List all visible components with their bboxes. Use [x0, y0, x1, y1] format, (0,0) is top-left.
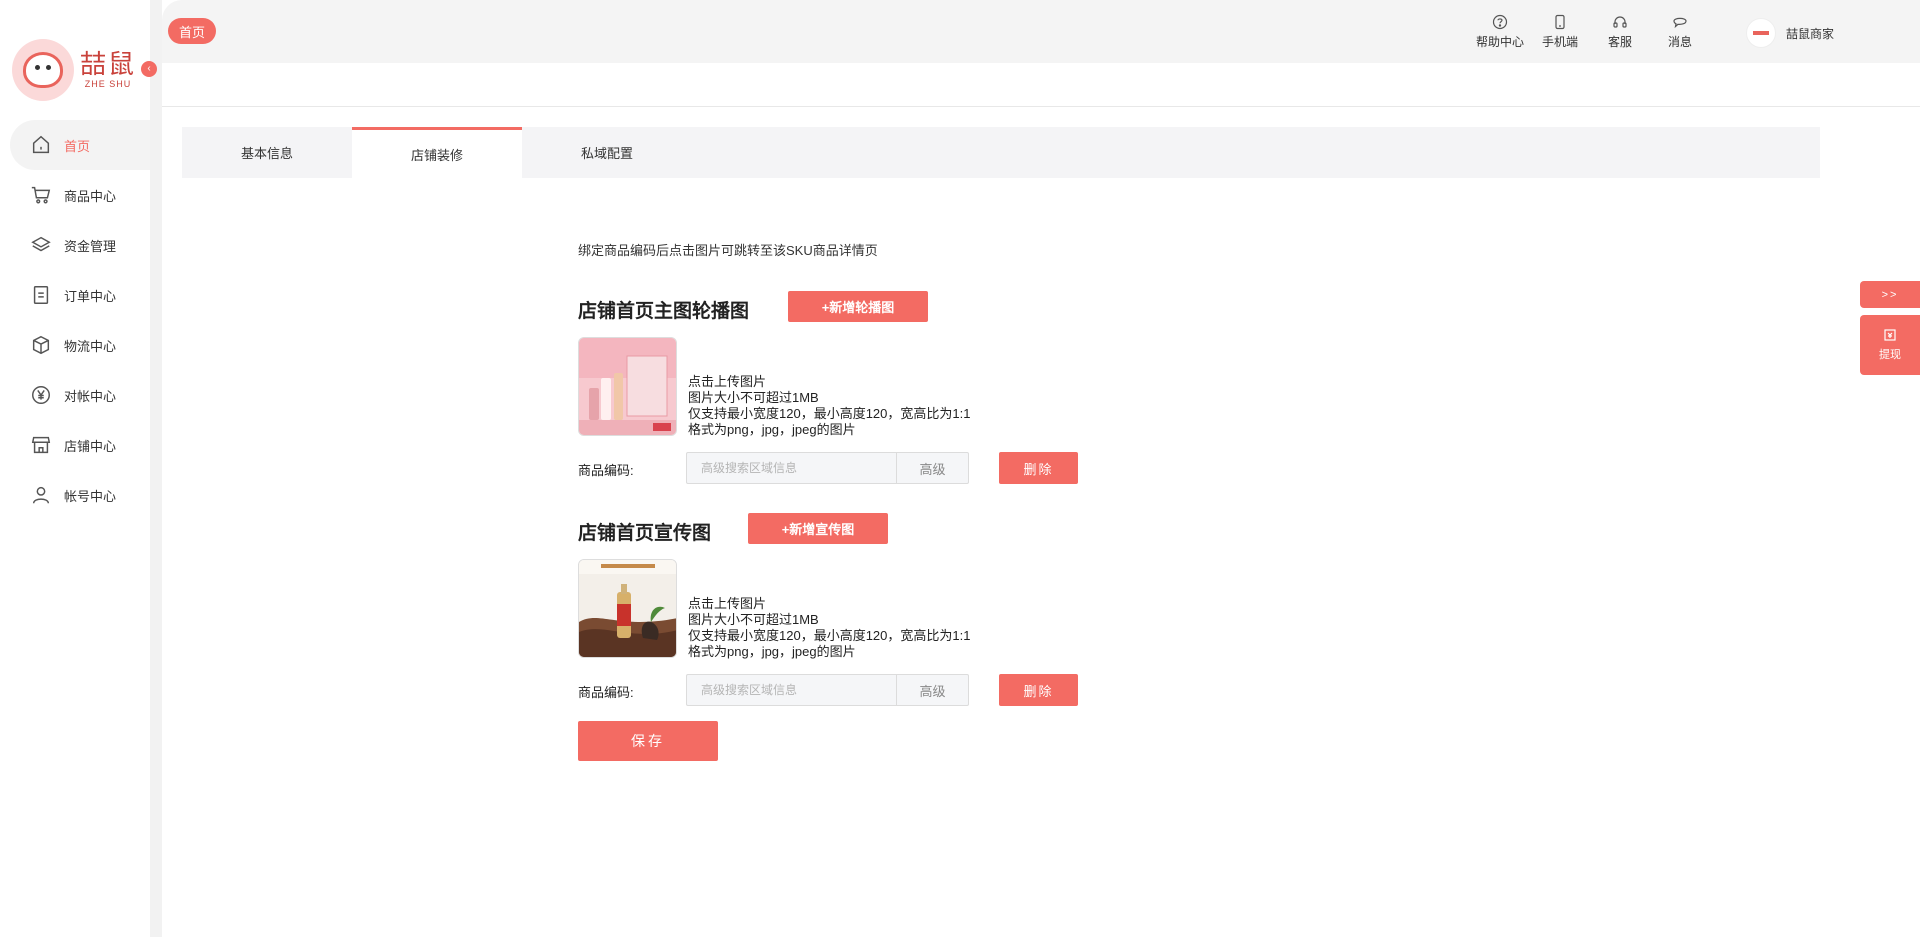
upload-instructions: 点击上传图片 图片大小不可超过1MB 仅支持最小宽度120，最小高度120，宽高… — [688, 596, 970, 660]
carousel-image-thumbnail[interactable] — [578, 337, 677, 436]
sidebar-item-label: 商品中心 — [64, 188, 117, 204]
product-code-input[interactable] — [687, 675, 896, 705]
upload-line[interactable]: 点击上传图片 — [688, 596, 970, 612]
expand-panel-button[interactable]: >> — [1860, 281, 1920, 308]
add-promo-button[interactable]: +新增宣传图 — [748, 513, 888, 544]
cosmetics-product-image — [579, 338, 676, 435]
sidebar: 喆鼠 ZHE SHU 首页 商品中心 资金管理 订单中心 物流中心 对帐中心 店… — [0, 0, 150, 937]
help-center-button[interactable]: 帮助中心 — [1470, 14, 1530, 50]
sidebar-item-reconciliation[interactable]: 对帐中心 — [10, 370, 150, 420]
sku-link-hint: 绑定商品编码后点击图片可跳转至该SKU商品详情页 — [578, 243, 878, 258]
sidebar-item-logistics[interactable]: 物流中心 — [10, 320, 150, 370]
upload-line: 仅支持最小宽度120，最小高度120，宽高比为1:1 — [688, 406, 971, 421]
tab-basic-info[interactable]: 基本信息 — [182, 127, 352, 178]
delete-promo-button[interactable]: 删除 — [999, 674, 1078, 706]
sidebar-item-products[interactable]: 商品中心 — [10, 170, 150, 220]
logo-subtext: ZHE SHU — [84, 79, 132, 89]
brand-logo: 喆鼠 ZHE SHU — [12, 38, 142, 102]
merchant-name: 喆鼠商家 — [1786, 26, 1835, 41]
avatar — [1746, 18, 1776, 48]
yen-icon — [30, 384, 52, 406]
upload-line: 仅支持最小宽度120，最小高度120，宽高比为1:1 — [688, 628, 971, 643]
mobile-button[interactable]: 手机端 — [1530, 14, 1590, 50]
breadcrumb-tag-home[interactable]: 首页 — [168, 18, 217, 44]
home-icon — [30, 134, 52, 156]
layers-icon — [30, 234, 52, 256]
product-code-search: 高级 — [686, 674, 969, 706]
tab-private-config[interactable]: 私域配置 — [522, 127, 692, 178]
sidebar-item-label: 物流中心 — [64, 338, 117, 354]
sidebar-item-label: 订单中心 — [64, 288, 117, 304]
sidebar-item-label: 首页 — [64, 138, 91, 154]
withdraw-label: 提现 — [1879, 349, 1901, 361]
header-divider — [162, 106, 1920, 107]
sidebar-item-store[interactable]: 店铺中心 — [10, 420, 150, 470]
help-center-label: 帮助中心 — [1475, 35, 1524, 49]
mascot-logo-icon — [12, 39, 74, 101]
cart-icon — [30, 184, 52, 206]
sidebar-item-account[interactable]: 帐号中心 — [10, 470, 150, 520]
messages-label: 消息 — [1667, 35, 1692, 49]
withdraw-button[interactable]: 提现 — [1860, 315, 1920, 375]
sidebar-item-funds[interactable]: 资金管理 — [10, 220, 150, 270]
sidebar-item-label: 资金管理 — [64, 238, 117, 254]
mobile-icon — [1552, 14, 1568, 30]
promo-image-thumbnail[interactable] — [578, 559, 677, 658]
message-icon — [1672, 14, 1688, 30]
carousel-section-title: 店铺首页主图轮播图 — [578, 301, 750, 322]
upload-line[interactable]: 点击上传图片 — [688, 374, 970, 390]
advanced-search-button[interactable]: 高级 — [896, 453, 968, 483]
headset-icon — [1612, 14, 1628, 30]
customer-service-label: 客服 — [1607, 35, 1632, 49]
upload-line: 图片大小不可超过1MB — [688, 612, 819, 627]
sidebar-item-orders[interactable]: 订单中心 — [10, 270, 150, 320]
order-icon — [30, 284, 52, 306]
save-button[interactable]: 保存 — [578, 721, 718, 761]
liquor-product-image — [579, 560, 676, 657]
sidebar-item-label: 对帐中心 — [64, 388, 117, 404]
upload-instructions: 点击上传图片 图片大小不可超过1MB 仅支持最小宽度120，最小高度120，宽高… — [688, 374, 970, 438]
collapse-sidebar-button[interactable]: ‹ — [141, 61, 157, 77]
mobile-label: 手机端 — [1541, 35, 1578, 49]
sidebar-divider — [150, 0, 162, 937]
customer-service-button[interactable]: 客服 — [1590, 14, 1650, 50]
merchant-account[interactable]: 喆鼠商家 — [1746, 18, 1834, 48]
product-code-label: 商品编码: — [578, 685, 634, 700]
sidebar-item-home[interactable]: 首页 — [10, 120, 150, 170]
tab-store-decoration[interactable]: 店铺装修 — [352, 127, 522, 178]
store-icon — [30, 434, 52, 456]
user-icon — [30, 484, 52, 506]
product-code-input[interactable] — [687, 453, 896, 483]
promo-section-title: 店铺首页宣传图 — [578, 523, 712, 544]
help-icon — [1492, 14, 1508, 30]
box-icon — [30, 334, 52, 356]
logo-text: 喆鼠 — [80, 50, 137, 80]
sidebar-nav: 首页 商品中心 资金管理 订单中心 物流中心 对帐中心 店铺中心 帐号中心 — [10, 120, 150, 520]
delete-carousel-button[interactable]: 删除 — [999, 452, 1078, 484]
chevron-left-icon: ‹ — [147, 63, 151, 74]
advanced-search-button[interactable]: 高级 — [896, 675, 968, 705]
add-carousel-button[interactable]: +新增轮播图 — [788, 291, 928, 322]
messages-button[interactable]: 消息 — [1650, 14, 1710, 50]
withdraw-icon — [1884, 329, 1896, 341]
product-code-search: 高级 — [686, 452, 969, 484]
upload-line: 格式为png，jpg，jpeg的图片 — [688, 644, 856, 659]
settings-tabs: 基本信息 店铺装修 私域配置 — [182, 127, 1820, 178]
product-code-label: 商品编码: — [578, 463, 634, 478]
upload-line: 图片大小不可超过1MB — [688, 390, 819, 405]
upload-line: 格式为png，jpg，jpeg的图片 — [688, 422, 856, 437]
sidebar-item-label: 帐号中心 — [64, 488, 117, 504]
sidebar-item-label: 店铺中心 — [64, 438, 117, 454]
